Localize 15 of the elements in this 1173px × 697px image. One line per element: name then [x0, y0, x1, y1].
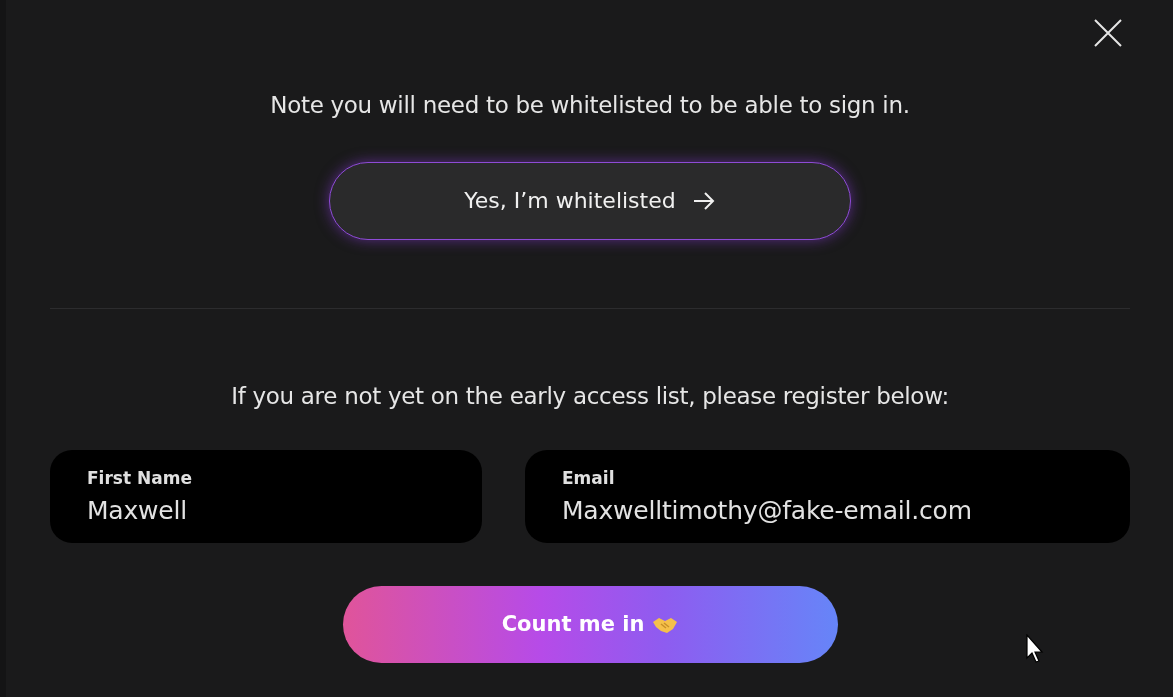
input-field[interactable]: Email Maxwelltimothy@fake-email.com [525, 450, 1130, 543]
count-me-in-button[interactable]: Count me in [342, 586, 838, 663]
input-field[interactable]: First Name Maxwell [50, 450, 482, 543]
field-label: First Name [87, 467, 193, 490]
arrow-right-icon [691, 190, 716, 211]
field-label: Email [562, 467, 616, 490]
close-button[interactable] [1093, 18, 1123, 48]
field-value[interactable]: Maxwelltimothy@fake-email.com [562, 491, 1093, 529]
field-value[interactable]: Maxwell [87, 491, 445, 529]
note-text: Note you will need to be whitelisted to be able to sign in. [269, 91, 911, 120]
close-icon [1093, 18, 1123, 48]
mouse-pointer-icon [1026, 634, 1046, 664]
register-prompt: If you are not yet on the early access list, please register below: [230, 381, 950, 411]
handshake-icon [652, 615, 679, 634]
whitelisted-button[interactable]: Yes, I’m whitelisted [329, 161, 851, 240]
